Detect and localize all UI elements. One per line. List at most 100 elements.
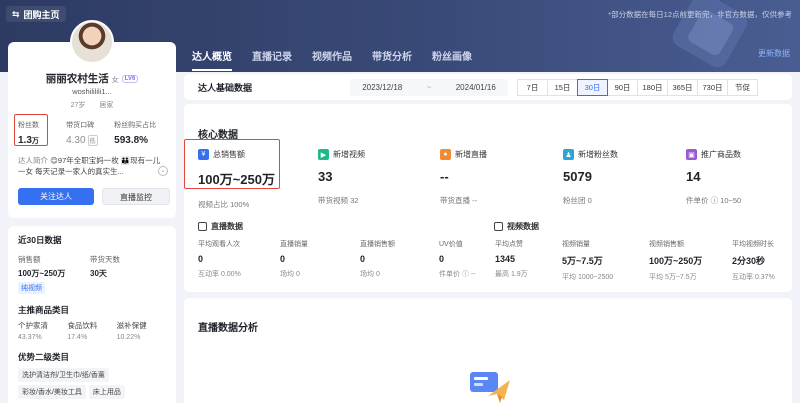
metric-value: 33 (318, 169, 333, 184)
new-fans-metric: ♟ 新增粉丝数 5079 粉丝团 0 (563, 149, 678, 206)
avatar (70, 20, 114, 64)
gender-label: 女 (111, 77, 119, 84)
live-analysis-title: 直播数据分析 (198, 323, 258, 334)
secondary-category-title: 优势二级类目 (18, 352, 70, 362)
main-category-section: 主推商品类目 个护家清 食品饮料 滋补保健 43.37% 17.4% 10.22… (18, 304, 166, 341)
bio-label: 达人简介 (18, 156, 48, 165)
reputation-value: 4.30 低 (66, 135, 98, 147)
live-data-heading: 直播数据 (198, 221, 243, 232)
metric-label: 新增视频 (333, 150, 365, 159)
video-only-chip: 纯视频 (18, 282, 45, 294)
category-names: 个护家清 食品饮料 滋补保健 (18, 320, 166, 331)
metric-sub: 带货直播 -- (440, 196, 478, 205)
avg-likes-metric: 平均点赞 1345 最高 1.9万 (495, 241, 528, 278)
avg-video-duration-metric: 平均视频时长 2分30秒 互动率 0.37% (732, 241, 775, 281)
category-percent: 43.37% (18, 334, 42, 341)
group-buy-home-button[interactable]: ⇆ 团购主页 (6, 6, 66, 22)
date-separator: ~ (426, 82, 432, 92)
category-percent: 10.22% (116, 334, 141, 341)
avg-viewers-metric: 平均观看人次 0 互动率 0.00% (198, 241, 241, 278)
tab-live-records[interactable]: 直播记录 (252, 48, 292, 71)
tab-fan-profile[interactable]: 粉丝画像 (432, 48, 472, 71)
main-category-title: 主推商品类目 (18, 305, 70, 315)
video-data-icon (494, 222, 503, 231)
uv-value-metric: UV价值 0 件单价 ⓘ -- (439, 241, 476, 278)
live-icon: ● (440, 149, 451, 160)
profile-name: 丽丽农村生活 (45, 73, 109, 85)
metric-sub: 件单价 ⓘ 10~50 (686, 196, 742, 205)
category-tag[interactable]: 床上用品 (88, 385, 125, 399)
range-365d-button[interactable]: 365日 (667, 78, 698, 96)
range-730d-button[interactable]: 730日 (697, 78, 728, 96)
tab-videos[interactable]: 视频作品 (312, 48, 352, 71)
end-date: 2024/01/16 (455, 82, 496, 92)
profile-card: 丽丽农村生活女 LV6 woshililili1... 27岁 居家 粉丝数 1.… (8, 20, 176, 218)
total-sales-highlight-box (184, 139, 280, 189)
sale-days-value: 30天 (90, 269, 107, 278)
header-note: *部分数据在每日12点前更新完，非官方数据，仅供参考 (608, 10, 792, 19)
metric-value: -- (440, 169, 449, 184)
range-promo-button[interactable]: 节促 (727, 78, 758, 96)
metric-sub: 带货视频 32 (318, 196, 359, 205)
new-lives-metric: ● 新增直播 -- 带货直播 -- (440, 149, 555, 206)
profile-handle: woshililili1... (72, 87, 112, 96)
live-data-icon (198, 222, 207, 231)
range-180d-button[interactable]: 180日 (637, 78, 668, 96)
sales-label: 销售额 (18, 255, 41, 264)
video-icon: ▶ (318, 149, 329, 160)
profile-meta: 27岁 居家 (8, 100, 176, 110)
goods-icon: ▣ (686, 149, 697, 160)
profile-bio: 达人简介 😊97年全职宝妈一枚 👪现有一儿一女 每天记录一家人的真实生... (18, 155, 164, 177)
live-monitor-button[interactable]: 直播监控 (102, 188, 170, 205)
back-label: 团购主页 (23, 9, 60, 20)
category-tag[interactable]: 彩妆/香水/美妆工具 (18, 385, 86, 399)
category-tag[interactable]: 洗护清洁剂/卫生巾/纸/香薰 (18, 368, 109, 382)
profile-name-row: 丽丽农村生活女 LV6 (8, 71, 176, 86)
core-data-panel: 核心数据 ¥ 总销售额 100万~250万 视频占比 100% ▶ 新增视频 33 … (184, 104, 792, 292)
reputation-stat: 带货口碑 4.30 低 (66, 120, 114, 146)
video-volume-metric: 视频销量 5万~7.5万 平均 1000~2500 (562, 241, 614, 281)
metric-label: 新增直播 (455, 150, 487, 159)
reputation-label: 带货口碑 (66, 122, 95, 129)
metric-value: 14 (686, 169, 701, 184)
secondary-tags: 洗护清洁剂/卫生巾/纸/香薰 彩妆/香水/美妆工具 床上用品 (18, 368, 166, 399)
tab-overview[interactable]: 达人概览 (192, 48, 232, 71)
user-icon: ♟ (563, 149, 574, 160)
update-data-link[interactable]: 更新数据 (758, 48, 790, 59)
category-percent: 17.4% (67, 334, 88, 341)
live-sales-metric: 直播销售额 0 场均 0 (360, 241, 395, 278)
level-badge: LV6 (121, 75, 139, 84)
date-range-picker[interactable]: 2023/12/18 ~ 2024/01/16 (350, 78, 508, 96)
range-7d-button[interactable]: 7日 (517, 78, 548, 96)
bio-expand-icon[interactable]: ⌄ (158, 166, 168, 176)
recent-30-values: 100万~250万 30天 (18, 268, 166, 279)
fan-purchase-stat: 粉丝购买占比 593.8% (114, 120, 168, 146)
category-percents: 43.37% 17.4% 10.22% (18, 334, 166, 341)
range-30d-button[interactable]: 30日 (577, 78, 608, 96)
date-filter-bar: 达人基础数据 2023/12/18 ~ 2024/01/16 7日 15日 30… (184, 74, 792, 100)
fan-purchase-value: 593.8% (114, 135, 149, 146)
video-data-heading: 视频数据 (494, 221, 539, 232)
video-sales-metric: 视频销售额 100万~250万 平均 5万~7.5万 (649, 241, 703, 281)
recent-30-title: 近30日数据 (18, 235, 62, 245)
start-date: 2023/12/18 (362, 82, 403, 92)
range-15d-button[interactable]: 15日 (547, 78, 578, 96)
tab-sales-analysis[interactable]: 带货分析 (372, 48, 412, 71)
swap-icon: ⇆ (12, 8, 20, 19)
metric-sub: 粉丝团 0 (563, 196, 592, 205)
follow-button[interactable]: 关注达人 (18, 188, 94, 205)
new-videos-metric: ▶ 新增视频 33 带货视频 32 (318, 149, 433, 206)
recent-30-labels: 销售额 带货天数 (18, 254, 166, 265)
sales-value: 100万~250万 (18, 269, 66, 278)
age-label: 27岁 (70, 102, 86, 109)
location-label: 居家 (99, 102, 114, 109)
metric-label: 推广商品数 (701, 150, 741, 159)
empty-state-icon (470, 372, 510, 403)
fan-purchase-label: 粉丝购买占比 (114, 122, 157, 129)
category-name: 食品饮料 (67, 321, 98, 330)
range-90d-button[interactable]: 90日 (607, 78, 638, 96)
metric-sub: 视频占比 100% (198, 200, 250, 209)
range-buttons: 7日 15日 30日 90日 180日 365日 730日 节促 (517, 78, 758, 96)
recent-30-days-panel: 近30日数据 销售额 带货天数 100万~250万 30天 纯视频 主推商品类目… (8, 226, 176, 403)
sale-days-label: 带货天数 (90, 255, 120, 264)
